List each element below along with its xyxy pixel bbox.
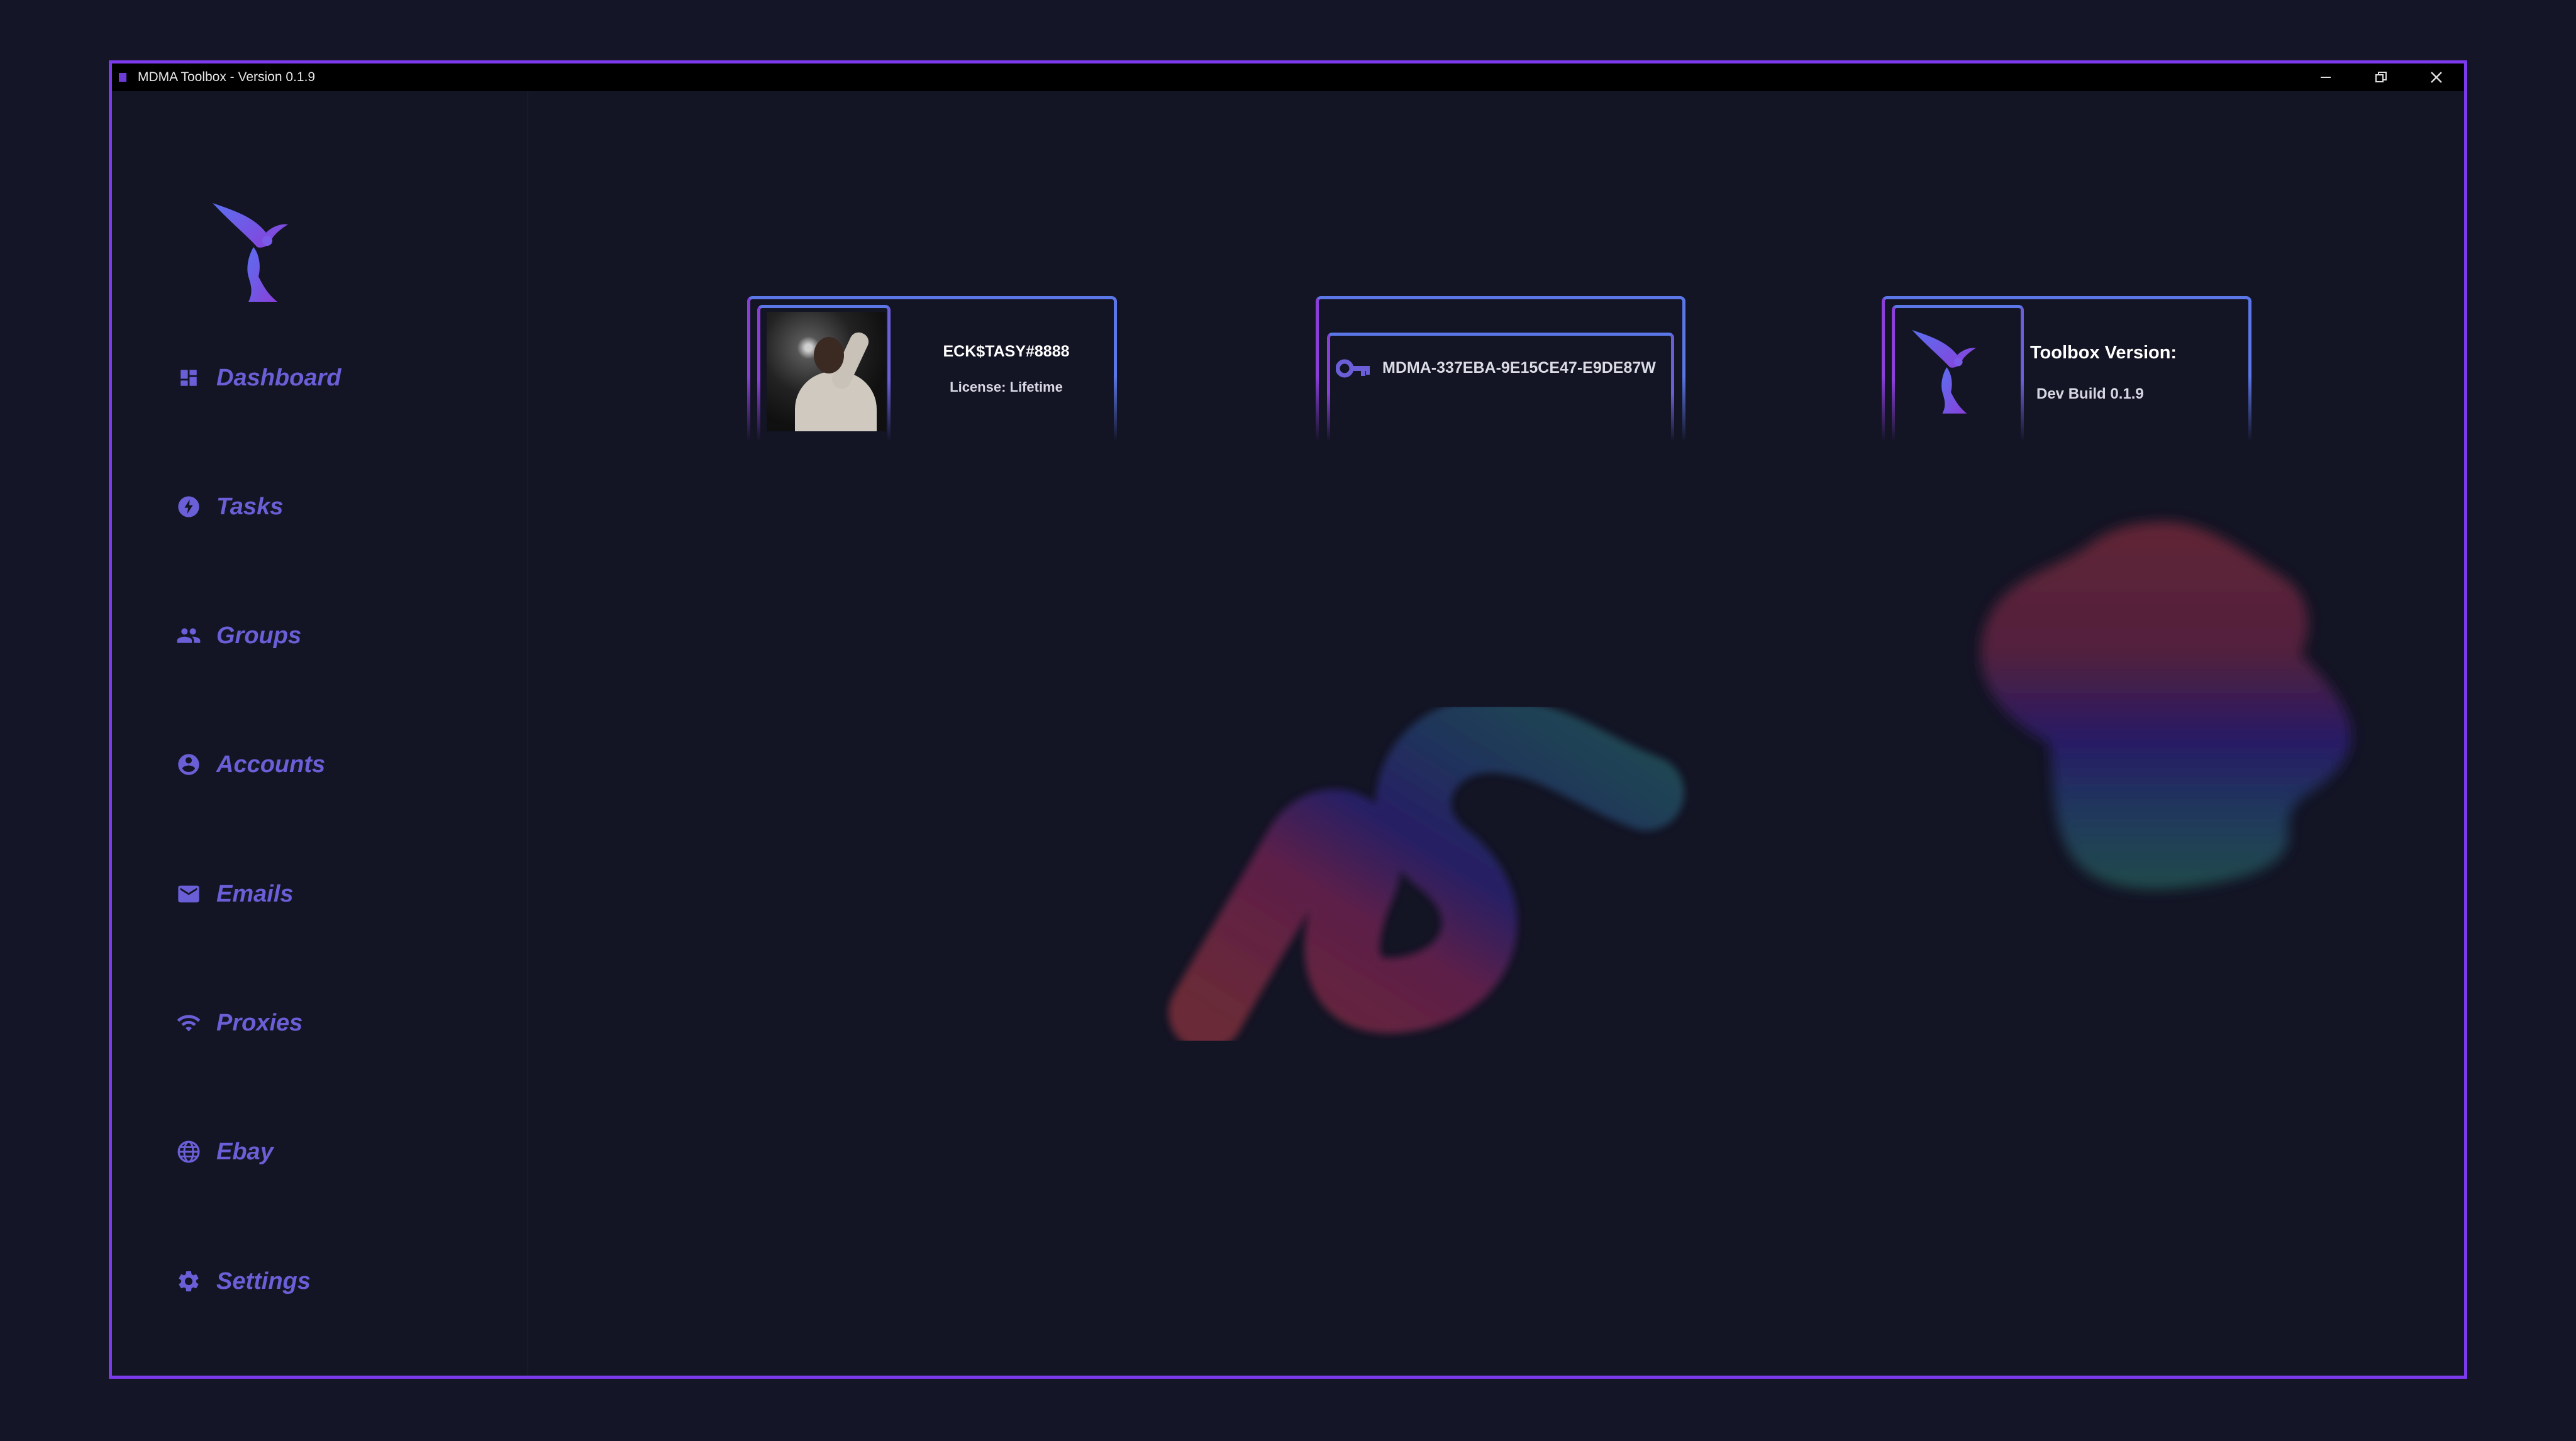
globe-icon bbox=[175, 1138, 203, 1166]
app-icon bbox=[119, 73, 126, 82]
sidebar-item-accounts[interactable]: Accounts bbox=[175, 746, 325, 783]
close-icon bbox=[2431, 72, 2442, 83]
version-title: Toolbox Version: bbox=[2030, 343, 2177, 363]
sidebar-item-ebay[interactable]: Ebay bbox=[175, 1133, 274, 1171]
account-circle-icon bbox=[175, 751, 203, 778]
license-key-value: MDMA-337EBA-9E15CE47-E9DE87W bbox=[1382, 359, 1656, 377]
username: ECK$TASY#8888 bbox=[943, 343, 1070, 360]
dashboard-icon bbox=[175, 364, 203, 392]
minimize-button[interactable] bbox=[2298, 63, 2353, 91]
close-button[interactable] bbox=[2409, 63, 2464, 91]
window-controls bbox=[2298, 63, 2464, 91]
sidebar-item-dashboard[interactable]: Dashboard bbox=[175, 359, 341, 397]
title-bar[interactable]: MDMA Toolbox - Version 0.1.9 bbox=[112, 63, 2464, 91]
sidebar-item-label: Groups bbox=[216, 622, 302, 649]
sidebar-item-settings[interactable]: Settings bbox=[175, 1262, 311, 1300]
sidebar-item-label: Emails bbox=[216, 880, 294, 907]
decorative-blob bbox=[1980, 521, 2351, 890]
sidebar-item-label: Settings bbox=[216, 1267, 311, 1295]
restore-icon bbox=[2375, 72, 2387, 82]
avatar bbox=[767, 312, 886, 431]
winged-figure-logo bbox=[213, 203, 288, 302]
sidebar-item-proxies[interactable]: Proxies bbox=[175, 1004, 303, 1042]
sidebar-item-emails[interactable]: Emails bbox=[175, 875, 294, 913]
sidebar-item-label: Dashboard bbox=[216, 364, 341, 391]
user-card: ECK$TASY#8888 License: Lifetime bbox=[747, 296, 1117, 442]
decorative-squiggle bbox=[1169, 697, 1684, 1051]
window-title: MDMA Toolbox - Version 0.1.9 bbox=[138, 70, 316, 84]
restore-button[interactable] bbox=[2353, 63, 2409, 91]
version-value: Dev Build 0.1.9 bbox=[2036, 385, 2144, 402]
people-icon bbox=[175, 622, 203, 649]
key-icon bbox=[1336, 359, 1370, 378]
minimize-icon bbox=[2321, 77, 2331, 78]
sidebar: Dashboard Tasks Groups Accounts Emails P… bbox=[112, 91, 528, 1376]
wifi-icon bbox=[175, 1009, 203, 1037]
sidebar-item-label: Accounts bbox=[216, 751, 326, 778]
app-window: MDMA Toolbox - Version 0.1.9 Dashboard T… bbox=[109, 60, 2467, 1379]
bolt-icon bbox=[175, 493, 203, 521]
sidebar-item-label: Proxies bbox=[216, 1009, 303, 1036]
sidebar-item-label: Ebay bbox=[216, 1138, 274, 1165]
version-card: Toolbox Version: Dev Build 0.1.9 bbox=[1882, 296, 2251, 442]
gear-icon bbox=[175, 1267, 203, 1295]
winged-figure-logo bbox=[1912, 329, 1976, 414]
sidebar-item-tasks[interactable]: Tasks bbox=[175, 488, 283, 526]
sidebar-item-groups[interactable]: Groups bbox=[175, 617, 301, 654]
sidebar-item-label: Tasks bbox=[216, 493, 284, 520]
license-label: License: Lifetime bbox=[950, 379, 1063, 395]
license-key-card: MDMA-337EBA-9E15CE47-E9DE87W bbox=[1316, 296, 1685, 442]
mail-icon bbox=[175, 880, 203, 908]
